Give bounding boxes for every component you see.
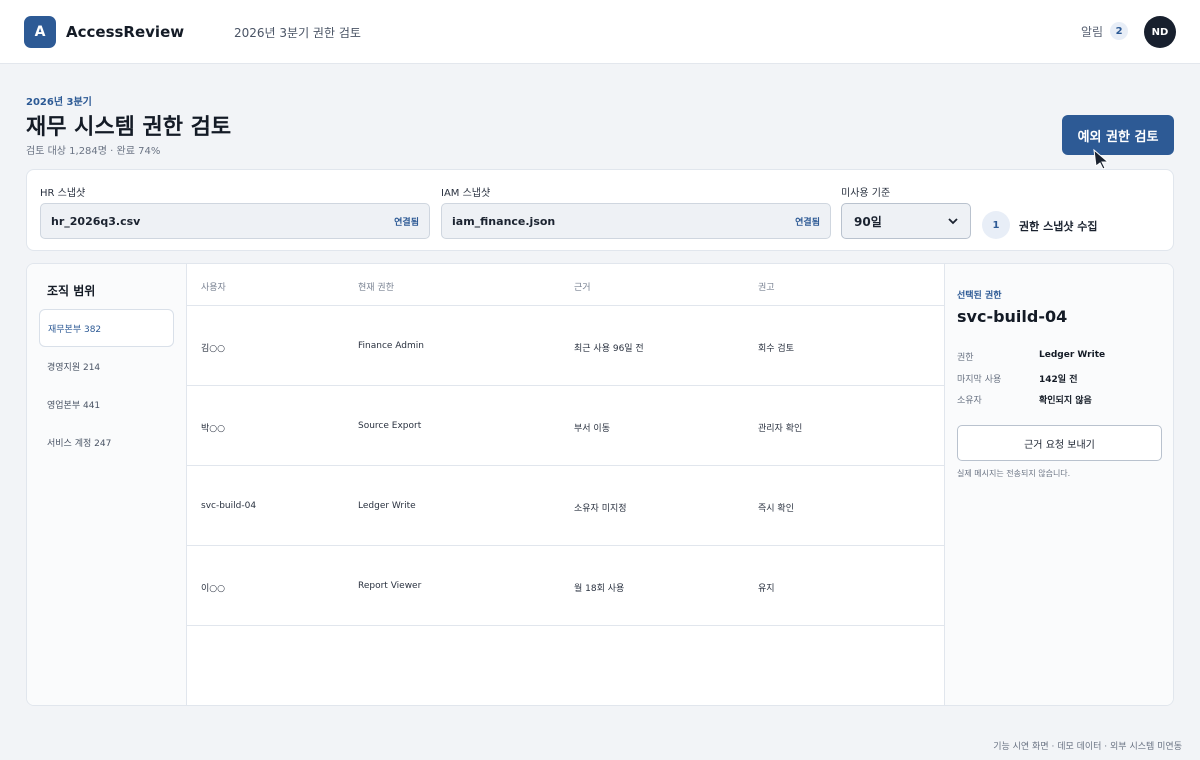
top-bar: A AccessReview 2026년 3분기 권한 검토 알림 2 ND: [0, 0, 1200, 64]
org-scope-sidebar: 조직 범위 재무본부 382 경영지원 214 영업본부 441 서비스 계정 …: [27, 264, 187, 705]
cell-reason: 부서 이동: [574, 424, 610, 434]
table-row[interactable]: svc-build-04 Ledger Write 소유자 미지정 즉시 확인: [187, 466, 944, 546]
cell-user: svc-build-04: [201, 501, 257, 511]
cell-reason: 최근 사용 96일 전: [574, 344, 644, 354]
review-panel: 조직 범위 재무본부 382 경영지원 214 영업본부 441 서비스 계정 …: [26, 263, 1174, 706]
app-logo: A: [24, 16, 56, 48]
notifications-button[interactable]: 알림 2: [1081, 22, 1129, 40]
breadcrumb: 2026년 3분기 권한 검토: [234, 26, 361, 40]
iam-snapshot-value: iam_finance.json: [452, 214, 556, 228]
cell-permission: Ledger Write: [358, 501, 416, 511]
org-item-service-accounts[interactable]: 서비스 계정 247: [39, 423, 174, 461]
cursor-pointer-icon: [1093, 148, 1110, 170]
step-label: 권한 스냅샷 수집: [1019, 220, 1098, 233]
unused-threshold-select[interactable]: 90일: [841, 203, 971, 239]
snapshot-card: HR 스냅샷 hr_2026q3.csv 연결됨 IAM 스냅샷 iam_fin…: [26, 169, 1174, 251]
org-item-management-support[interactable]: 경영지원 214: [39, 347, 174, 385]
notifications-label: 알림: [1081, 24, 1104, 39]
app-name: AccessReview: [66, 23, 185, 41]
cell-user: 이○○: [201, 584, 225, 594]
page-meta: 검토 대상 1,284명 · 완료 74%: [26, 146, 161, 157]
step-number-badge: 1: [982, 211, 1010, 239]
cell-permission: Report Viewer: [358, 581, 422, 591]
permission-detail-panel: 선택된 권한 svc-build-04 권한 Ledger Write 마지막 …: [944, 264, 1173, 705]
detail-title: svc-build-04: [957, 307, 1068, 326]
table-row[interactable]: 김○○ Finance Admin 최근 사용 96일 전 회수 검토: [187, 306, 944, 386]
user-avatar[interactable]: ND: [1144, 16, 1176, 48]
cell-recommendation: 회수 검토: [758, 344, 794, 354]
column-header-recommendation: 권고: [758, 283, 775, 293]
iam-snapshot-label: IAM 스냅샷: [441, 188, 491, 199]
cell-permission: Finance Admin: [358, 341, 424, 351]
hr-snapshot-label: HR 스냅샷: [40, 188, 86, 199]
detail-kicker: 선택된 권한: [957, 291, 1002, 301]
detail-label-permission: 권한: [957, 353, 974, 363]
chevron-down-icon: [948, 217, 958, 224]
iam-snapshot-status: 연결됨: [795, 217, 820, 228]
page-title: 재무 시스템 권한 검토: [26, 115, 232, 140]
cell-permission: Source Export: [358, 421, 422, 431]
unused-threshold-value: 90일: [854, 214, 882, 229]
org-item-finance[interactable]: 재무본부 382: [39, 309, 174, 347]
column-header-reason: 근거: [574, 283, 591, 293]
cell-reason: 월 18회 사용: [574, 584, 625, 594]
unused-threshold-label: 미사용 기준: [841, 188, 891, 199]
permissions-table: 사용자 현재 권한 근거 권고 김○○ Finance Admin 최근 사용 …: [187, 264, 944, 705]
table-row[interactable]: 박○○ Source Export 부서 이동 관리자 확인: [187, 386, 944, 466]
footer-note: 기능 시연 화면 · 데모 데이터 · 외부 시스템 미연동: [993, 742, 1182, 752]
iam-snapshot-field[interactable]: iam_finance.json 연결됨: [441, 203, 831, 239]
cell-recommendation: 즉시 확인: [758, 504, 794, 514]
cell-user: 김○○: [201, 344, 225, 354]
detail-label-owner: 소유자: [957, 396, 982, 406]
org-scope-title: 조직 범위: [47, 284, 96, 298]
page-kicker: 2026년 3분기: [26, 97, 92, 108]
exception-review-button[interactable]: 예외 권한 검토: [1062, 115, 1174, 155]
request-evidence-button[interactable]: 근거 요청 보내기: [957, 425, 1162, 461]
table-row[interactable]: 이○○ Report Viewer 월 18회 사용 유지: [187, 546, 944, 626]
column-header-permission: 현재 권한: [358, 283, 394, 293]
detail-label-last-used: 마지막 사용: [957, 375, 1002, 385]
cell-reason: 소유자 미지정: [574, 504, 627, 514]
hr-snapshot-field[interactable]: hr_2026q3.csv 연결됨: [40, 203, 430, 239]
cell-recommendation: 유지: [758, 584, 775, 594]
notifications-count-badge: 2: [1110, 22, 1129, 40]
detail-value-last-used: 142일 전: [1039, 375, 1078, 385]
detail-value-owner: 확인되지 않음: [1039, 396, 1092, 406]
detail-value-permission: Ledger Write: [1039, 350, 1106, 360]
table-header: 사용자 현재 권한 근거 권고: [187, 264, 944, 306]
detail-note: 실제 메시지는 전송되지 않습니다.: [957, 469, 1071, 478]
cell-recommendation: 관리자 확인: [758, 424, 803, 434]
org-item-sales[interactable]: 영업본부 441: [39, 385, 174, 423]
hr-snapshot-status: 연결됨: [394, 217, 419, 228]
cell-user: 박○○: [201, 424, 225, 434]
hr-snapshot-value: hr_2026q3.csv: [51, 214, 141, 228]
column-header-user: 사용자: [201, 283, 226, 293]
